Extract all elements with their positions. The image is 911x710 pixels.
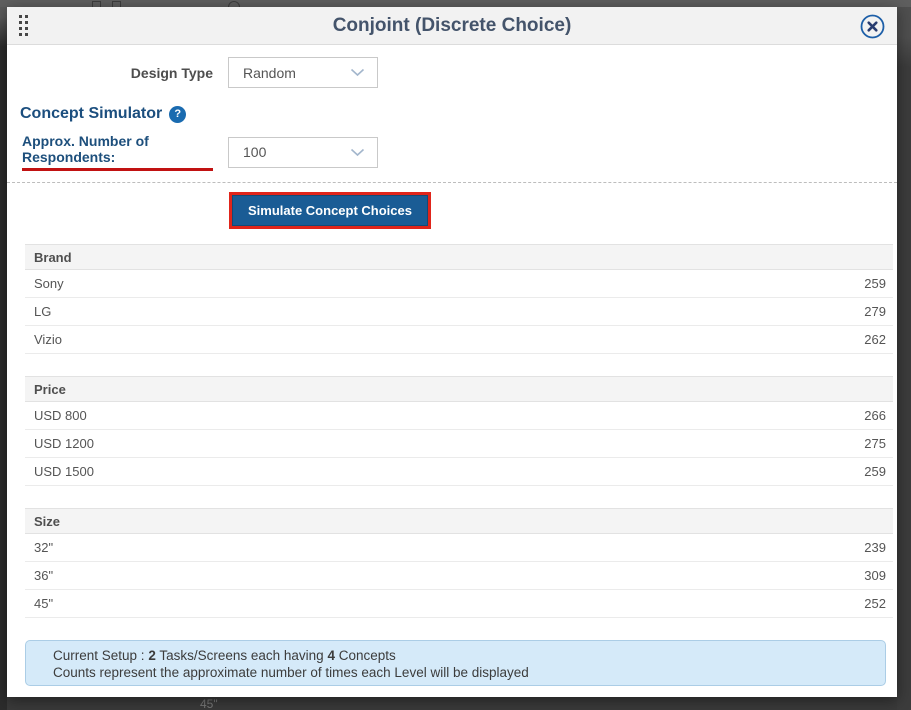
level-count: 279 (864, 304, 886, 319)
design-type-row: Design Type Random (7, 57, 897, 88)
table-row: USD 1200 275 (25, 430, 893, 458)
section-title: Concept Simulator (20, 105, 162, 123)
level-count: 239 (864, 540, 886, 555)
info-line1-fragment: Current Setup : (53, 648, 148, 663)
table-row: 45" 252 (25, 590, 893, 618)
circled-x-icon (860, 14, 885, 39)
level-label: LG (34, 304, 51, 319)
concept-simulator-heading: Concept Simulator ? (20, 105, 897, 123)
design-type-select[interactable]: Random (228, 57, 378, 88)
level-count: 275 (864, 436, 886, 451)
info-line1: Current Setup : 2 Tasks/Screens each hav… (53, 647, 875, 664)
table-header: Brand (25, 244, 893, 270)
level-count: 262 (864, 332, 886, 347)
table-row: USD 800 266 (25, 402, 893, 430)
table-row: 32" 239 (25, 534, 893, 562)
respondents-row: Approx. Number of Respondents: 100 (7, 133, 897, 171)
level-count: 266 (864, 408, 886, 423)
simulate-concept-choices-button[interactable]: Simulate Concept Choices (232, 195, 428, 226)
overlay-top (0, 0, 911, 7)
level-label: Vizio (34, 332, 62, 347)
info-line1-fragment: Tasks/Screens each having (156, 648, 328, 663)
info-line2: Counts represent the approximate number … (53, 664, 875, 681)
level-count: 252 (864, 596, 886, 611)
level-count: 259 (864, 276, 886, 291)
chevron-down-icon (350, 148, 365, 157)
modal-title: Conjoint (Discrete Choice) (7, 15, 897, 37)
respondents-selected-value: 100 (243, 144, 266, 160)
close-button[interactable] (860, 14, 885, 39)
design-type-selected-value: Random (243, 65, 296, 81)
info-line1-fragment: 4 (327, 648, 335, 663)
table-header: Size (25, 508, 893, 534)
drag-handle-icon[interactable] (19, 15, 34, 37)
table-row: USD 1500 259 (25, 458, 893, 486)
level-count: 309 (864, 568, 886, 583)
info-line1-fragment: Concepts (335, 648, 396, 663)
respondents-label: Approx. Number of Respondents: (22, 133, 213, 171)
attribute-table: Brand Sony 259 LG 279 Vizio 262 (25, 244, 893, 354)
annotation-highlight-box: Simulate Concept Choices (229, 192, 431, 229)
level-label: 36" (34, 568, 53, 583)
respondents-label-wrap: Approx. Number of Respondents: (7, 133, 213, 171)
level-count: 259 (864, 464, 886, 479)
level-label: 45" (34, 596, 53, 611)
design-type-label: Design Type (7, 65, 213, 81)
chevron-down-icon (350, 68, 365, 77)
table-row: 36" 309 (25, 562, 893, 590)
overlay-left (0, 7, 7, 710)
help-icon[interactable]: ? (169, 106, 186, 123)
level-label: USD 1500 (34, 464, 94, 479)
level-label: USD 800 (34, 408, 87, 423)
table-row: Sony 259 (25, 270, 893, 298)
respondents-select[interactable]: 100 (228, 137, 378, 168)
level-label: USD 1200 (34, 436, 94, 451)
tables: Brand Sony 259 LG 279 Vizio 262 Price USD 800 266… (25, 244, 893, 618)
dashed-separator (7, 182, 897, 183)
table-row: LG 279 (25, 298, 893, 326)
overlay-bottom: 45" (7, 697, 897, 710)
level-label: 32" (34, 540, 53, 555)
info-line1-fragment: 2 (148, 648, 156, 663)
overlay-right (897, 7, 911, 710)
background-text-remnant: 45" (200, 697, 218, 710)
info-box: Current Setup : 2 Tasks/Screens each hav… (25, 640, 886, 686)
table-row: Vizio 262 (25, 326, 893, 354)
attribute-table: Size 32" 239 36" 309 45" 252 (25, 508, 893, 618)
attribute-table: Price USD 800 266 USD 1200 275 USD 1500 259 (25, 376, 893, 486)
conjoint-modal: Conjoint (Discrete Choice) Design Type R… (7, 7, 897, 697)
table-header: Price (25, 376, 893, 402)
level-label: Sony (34, 276, 64, 291)
modal-header: Conjoint (Discrete Choice) (7, 7, 897, 45)
button-row: Simulate Concept Choices (7, 192, 897, 229)
